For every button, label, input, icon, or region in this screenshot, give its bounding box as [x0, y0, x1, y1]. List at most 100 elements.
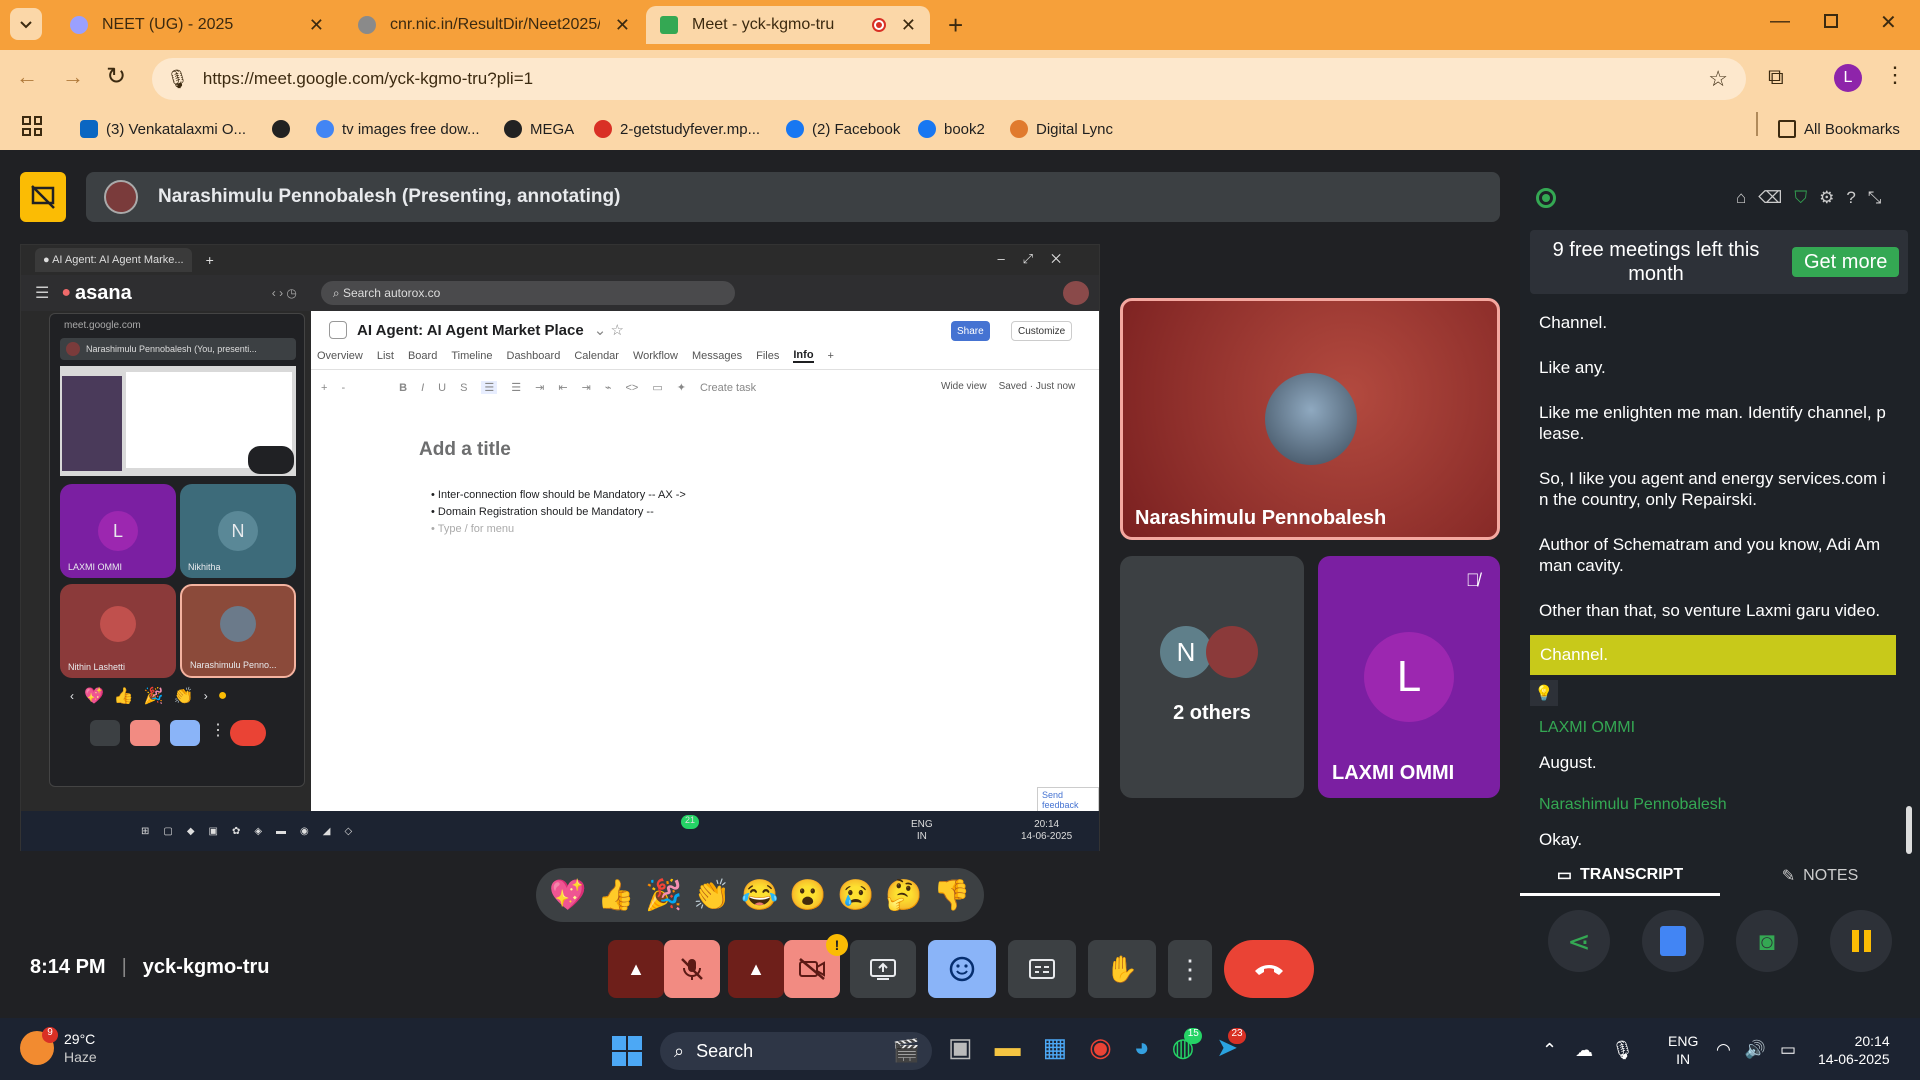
- captions-button[interactable]: [1008, 940, 1076, 998]
- pause-button[interactable]: [1830, 910, 1892, 972]
- camera-button[interactable]: !: [784, 934, 848, 998]
- asana-search[interactable]: ⌕ Search autorox.co: [320, 281, 735, 305]
- bookmark-digital-lync[interactable]: Digital Lync: [1002, 113, 1121, 145]
- reaction-party[interactable]: 🎉: [640, 878, 688, 913]
- reaction-heart[interactable]: 💖: [544, 878, 592, 913]
- asana-tab[interactable]: Timeline: [451, 350, 492, 362]
- bookmark-mega[interactable]: MEGA: [496, 113, 582, 145]
- asana-tab[interactable]: Messages: [692, 350, 742, 362]
- asana-tab[interactable]: Workflow: [633, 350, 678, 362]
- reaction-sad[interactable]: 😢: [832, 878, 880, 913]
- bookmark-getstudyfever[interactable]: 2-getstudyfever.mp...: [586, 113, 768, 145]
- star-icon[interactable]: ☆: [1708, 66, 1728, 92]
- send-feedback-link[interactable]: Send feedback: [1037, 787, 1099, 813]
- reaction-laugh[interactable]: 😂: [736, 878, 784, 913]
- mic-button[interactable]: [664, 940, 720, 998]
- participant-tile-others[interactable]: N 2 others: [1120, 556, 1304, 798]
- help-icon[interactable]: ?: [1846, 188, 1855, 208]
- tab-neet[interactable]: NEET (UG) - 2025 ✕: [56, 6, 338, 44]
- profile-avatar[interactable]: L: [1834, 64, 1862, 92]
- doc-title[interactable]: Add a title: [419, 439, 511, 461]
- bookmark-globe[interactable]: [264, 113, 306, 145]
- taskbar-search[interactable]: ⌕ Search 🎬: [660, 1032, 932, 1070]
- all-bookmarks[interactable]: All Bookmarks: [1770, 113, 1908, 145]
- cloud-icon[interactable]: ☁: [1575, 1040, 1593, 1061]
- new-tab-button[interactable]: +: [948, 10, 963, 41]
- tab-notes[interactable]: ✎ NOTES: [1720, 856, 1920, 896]
- bookmark-linkedin[interactable]: (3) Venkatalaxmi O...: [72, 113, 254, 145]
- tab-search-button[interactable]: [10, 8, 42, 40]
- wide-view[interactable]: Wide view: [941, 381, 987, 392]
- apps-grid-icon[interactable]: [22, 116, 42, 136]
- close-icon[interactable]: ✕: [615, 15, 630, 36]
- whatsapp-icon[interactable]: ◍ 15: [1172, 1028, 1203, 1063]
- asana-tab[interactable]: List: [377, 350, 394, 362]
- leave-call-button[interactable]: [1224, 940, 1314, 998]
- presentation-icon[interactable]: [20, 172, 66, 222]
- window-close-button[interactable]: ✕: [1880, 10, 1897, 35]
- shield-icon[interactable]: ⛉: [1794, 188, 1807, 208]
- bookmark-book2[interactable]: book2: [910, 113, 993, 145]
- gear-icon[interactable]: ⚙: [1819, 188, 1834, 208]
- doc-bullets[interactable]: • Inter-connection flow should be Mandat…: [431, 487, 686, 538]
- asana-share-button[interactable]: Share: [951, 321, 990, 341]
- windows-start-icon[interactable]: [612, 1036, 642, 1066]
- maximize-button[interactable]: [1824, 14, 1838, 28]
- reaction-clap[interactable]: 👏: [688, 878, 736, 913]
- reload-icon[interactable]: ↻: [106, 62, 126, 91]
- google-docs-button[interactable]: [1642, 910, 1704, 972]
- telegram-icon[interactable]: ➤ 23: [1216, 1028, 1247, 1063]
- chrome-icon[interactable]: ◉: [1089, 1032, 1112, 1063]
- home-icon[interactable]: ⌂: [1736, 188, 1746, 208]
- task-view-icon[interactable]: ▣: [948, 1032, 973, 1063]
- present-button[interactable]: [850, 940, 916, 998]
- microphone-icon[interactable]: 🎙: [1611, 1040, 1634, 1061]
- participant-tile-laxmi[interactable]: 🎙̸ L LAXMI OMMI: [1318, 556, 1500, 798]
- chevron-up-icon[interactable]: ⌃: [1542, 1040, 1557, 1061]
- tab-meet[interactable]: Meet - yck-kgmo-tru ✕: [646, 6, 930, 44]
- weather-widget[interactable]: 9 29°C Haze: [20, 1027, 97, 1066]
- close-icon[interactable]: ✕: [901, 15, 916, 36]
- reaction-thumbs-down[interactable]: 👎: [928, 878, 976, 913]
- store-icon[interactable]: ▦: [1043, 1032, 1068, 1063]
- raise-hand-button[interactable]: ✋: [1088, 940, 1156, 998]
- asana-tab[interactable]: Board: [408, 350, 437, 362]
- extensions-icon[interactable]: ⧉: [1768, 64, 1784, 90]
- back-arrow-icon[interactable]: ←: [16, 64, 38, 90]
- edge-icon[interactable]: ◕: [1134, 1032, 1150, 1063]
- reaction-thumbs-up[interactable]: 👍: [592, 878, 640, 913]
- screenshot-button[interactable]: ◙: [1736, 910, 1798, 972]
- share-button[interactable]: ⋖: [1548, 910, 1610, 972]
- lightbulb-icon[interactable]: 💡: [1530, 680, 1558, 706]
- asana-tab[interactable]: Files: [756, 350, 779, 362]
- language-indicator[interactable]: ENG IN: [1668, 1032, 1698, 1068]
- file-explorer-icon[interactable]: ▬: [995, 1032, 1021, 1063]
- asana-tab[interactable]: Overview: [317, 350, 363, 362]
- asana-customize-button[interactable]: Customize: [1011, 321, 1073, 341]
- omnibox[interactable]: 🎙 https://meet.google.com/yck-kgmo-tru?p…: [152, 58, 1746, 100]
- bookmark-facebook[interactable]: (2) Facebook: [778, 113, 908, 145]
- tab-cnr[interactable]: cnr.nic.in/ResultDir/Neet2025/L ✕: [344, 6, 644, 44]
- scrollbar-thumb[interactable]: [1906, 806, 1912, 854]
- create-task[interactable]: Create task: [700, 382, 756, 394]
- reactions-button[interactable]: [928, 940, 996, 998]
- reaction-thinking[interactable]: 🤔: [880, 878, 928, 913]
- kebab-menu-icon[interactable]: ⋮: [1884, 62, 1906, 88]
- close-icon[interactable]: ✕: [309, 15, 324, 36]
- reaction-surprised[interactable]: 😮: [784, 878, 832, 913]
- more-options-button[interactable]: ⋮: [1168, 940, 1212, 998]
- audio-options-button[interactable]: ▲: [608, 940, 664, 998]
- forward-arrow-icon[interactable]: →: [62, 64, 84, 90]
- participant-tile-main[interactable]: Narashimulu Pennobalesh: [1120, 298, 1500, 540]
- video-options-button[interactable]: ▲: [728, 940, 784, 998]
- asana-tab[interactable]: Calendar: [574, 350, 619, 362]
- quick-settings[interactable]: ◠ 🔊 ▭: [1716, 1040, 1796, 1060]
- asana-tab[interactable]: Dashboard: [507, 350, 561, 362]
- clock[interactable]: 20:14 14-06-2025: [1818, 1032, 1890, 1068]
- asana-tab-active[interactable]: Info: [793, 349, 814, 363]
- get-more-button[interactable]: Get more: [1792, 247, 1900, 277]
- tab-transcript[interactable]: ▭ TRANSCRIPT: [1520, 856, 1720, 896]
- collapse-icon[interactable]: ⤡: [1868, 188, 1882, 208]
- minimize-button[interactable]: —: [1770, 10, 1790, 33]
- bookmark-tv-images[interactable]: tv images free dow...: [308, 113, 488, 145]
